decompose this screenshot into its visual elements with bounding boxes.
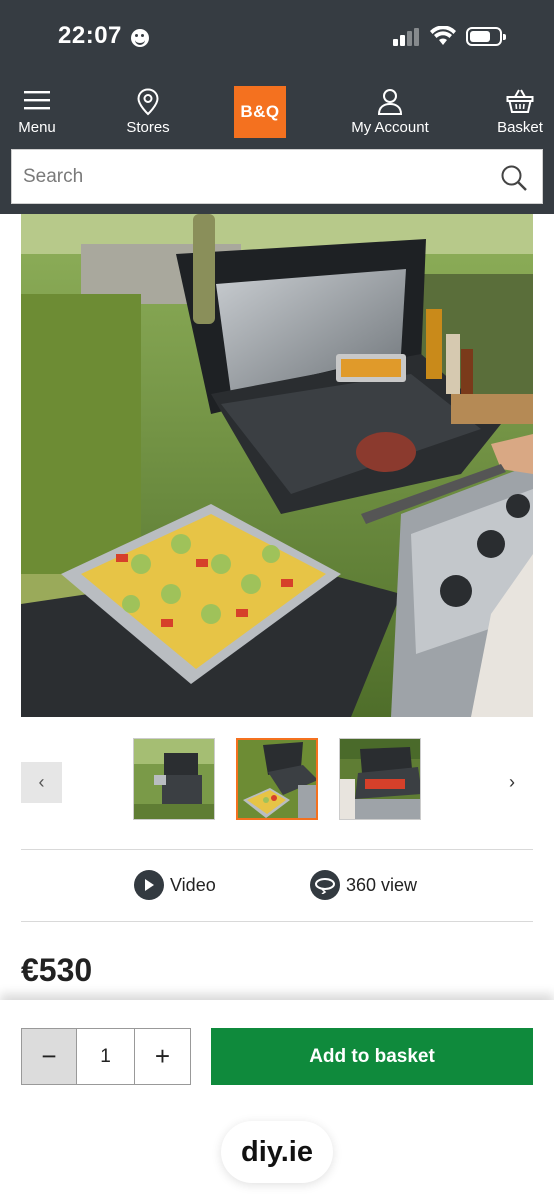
menu-button[interactable]: Menu (12, 80, 62, 140)
video-button[interactable]: Video (134, 868, 216, 902)
basket-icon (506, 89, 534, 113)
thumbnail-1-image (134, 739, 214, 819)
rotate-360-icon (310, 870, 340, 900)
signal-icon (393, 28, 421, 46)
carousel-next-button[interactable]: › (502, 770, 522, 794)
focus-mode-icon (131, 29, 149, 47)
product-price: €530 (21, 952, 93, 988)
thumbnail-3[interactable] (339, 738, 421, 820)
thumbnail-1[interactable] (133, 738, 215, 820)
browser-address-pill[interactable]: diy.ie (221, 1121, 333, 1183)
app-root: 22:07 Menu Stores My Account Basket B&Q … (0, 0, 554, 1200)
my-account-label: My Account (351, 119, 429, 136)
thumbnail-2[interactable] (236, 738, 318, 820)
add-to-basket-button[interactable]: Add to basket (211, 1028, 533, 1085)
play-icon (134, 870, 164, 900)
chevron-left-icon: ‹ (38, 772, 45, 792)
header: 22:07 Menu Stores My Account Basket B&Q … (0, 0, 554, 214)
video-label: Video (170, 874, 216, 895)
bq-logo[interactable]: B&Q (234, 86, 286, 138)
view-360-label: 360 view (346, 874, 418, 895)
thumbnail-carousel: ‹ › (0, 736, 554, 820)
purchase-bar: − 1 + Add to basket diy.ie (0, 1000, 554, 1200)
location-pin-icon (137, 88, 159, 116)
product-main-image[interactable] (21, 214, 533, 717)
search-icon[interactable] (500, 164, 528, 192)
status-bar: 22:07 (0, 0, 554, 76)
quantity-stepper: − 1 + (21, 1028, 191, 1085)
divider-top (21, 849, 533, 850)
my-account-button[interactable]: My Account (342, 80, 438, 140)
divider-bottom (21, 921, 533, 922)
stores-button[interactable]: Stores (118, 80, 178, 140)
hamburger-icon (24, 91, 50, 110)
basket-label: Basket (497, 119, 543, 136)
status-time: 22:07 (58, 22, 122, 49)
stores-label: Stores (126, 119, 170, 136)
basket-button[interactable]: Basket (492, 80, 548, 140)
decrease-quantity-button[interactable]: − (22, 1029, 77, 1084)
carousel-prev-button[interactable]: ‹ (21, 762, 62, 803)
menu-label: Menu (18, 119, 56, 136)
thumbnail-2-image (238, 740, 316, 818)
wifi-icon (430, 26, 456, 45)
search-bar (11, 149, 543, 204)
thumbnail-3-image (340, 739, 420, 819)
search-input[interactable] (12, 150, 492, 203)
chevron-right-icon: › (509, 771, 515, 792)
bbq-photo-illustration (21, 214, 533, 717)
view-360-button[interactable]: 360 view (310, 868, 417, 902)
quantity-value[interactable]: 1 (77, 1029, 135, 1084)
user-icon (377, 89, 403, 115)
increase-quantity-button[interactable]: + (135, 1029, 190, 1084)
battery-icon (466, 27, 506, 46)
